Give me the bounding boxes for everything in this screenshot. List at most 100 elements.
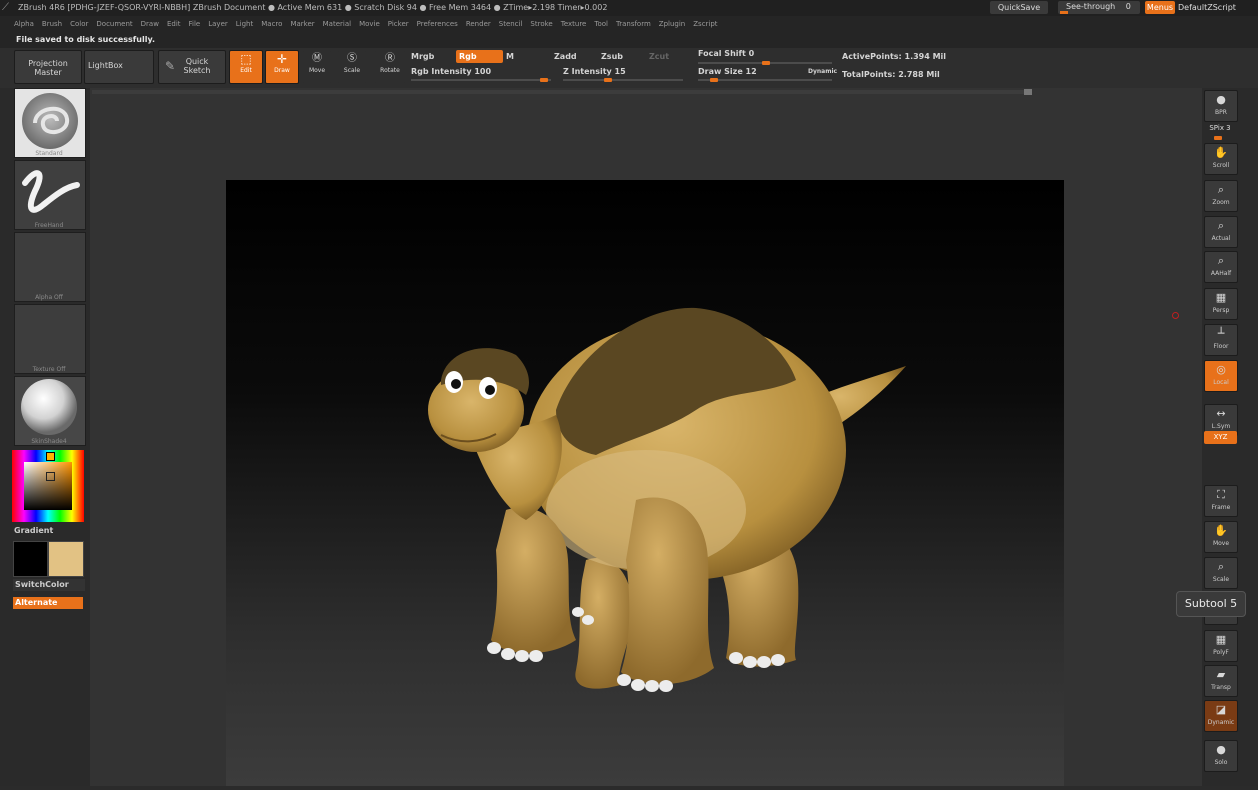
frame-icon: ⛶ (1217, 488, 1225, 501)
menu-item-draw[interactable]: Draw (141, 20, 159, 28)
main-color-swatch[interactable] (48, 541, 84, 577)
menu-item-stroke[interactable]: Stroke (530, 20, 552, 28)
mrgb-button[interactable]: Mrgb (411, 52, 434, 61)
see-through-slider[interactable]: See-through 0 (1058, 1, 1140, 14)
menu-item-layer[interactable]: Layer (208, 20, 228, 28)
zsub-button[interactable]: Zsub (601, 52, 623, 61)
focal-shift-knob[interactable] (762, 61, 770, 65)
menu-item-stencil[interactable]: Stencil (499, 20, 523, 28)
menu-item-zplugin[interactable]: Zplugin (659, 20, 685, 28)
menu-item-document[interactable]: Document (96, 20, 132, 28)
lightbox-button[interactable]: LightBox (84, 50, 154, 84)
draw-size-label[interactable]: Draw Size 12 (698, 67, 757, 76)
material-thumbnail[interactable] (14, 376, 86, 446)
dynamic-label: Dynamic (1207, 719, 1235, 726)
scale-button[interactable]: ⌕ Scale (1204, 557, 1238, 589)
rotate-button[interactable]: Ⓡ Rotate (374, 50, 406, 84)
default-zscript-button[interactable]: DefaultZScript (1178, 1, 1258, 14)
xyz-symmetry-toggle[interactable]: XYZ (1204, 431, 1237, 444)
local-button[interactable]: ◎ Local (1204, 360, 1238, 392)
edit-button[interactable]: ⬚ Edit (229, 50, 263, 84)
dynamic-toggle[interactable]: Dynamic (808, 68, 837, 75)
polyf-label: PolyF (1213, 649, 1229, 656)
menus-toggle[interactable]: Menus (1145, 1, 1175, 14)
menu-item-edit[interactable]: Edit (167, 20, 181, 28)
menu-item-color[interactable]: Color (70, 20, 88, 28)
spix-slider[interactable]: SPix 3 (1202, 124, 1238, 132)
frame-button[interactable]: ⛶ Frame (1204, 485, 1238, 517)
gradient-label[interactable]: Gradient (14, 526, 53, 535)
rgb-button[interactable]: Rgb (456, 50, 503, 63)
transp-label: Transp (1211, 684, 1231, 691)
polyf-button[interactable]: ▦ PolyF (1204, 630, 1238, 662)
secondary-color-swatch[interactable] (13, 541, 48, 577)
hue-marker[interactable] (46, 452, 55, 461)
focal-shift-label[interactable]: Focal Shift 0 (698, 49, 754, 58)
menu-item-alpha[interactable]: Alpha (14, 20, 34, 28)
m-button[interactable]: M (506, 52, 514, 61)
rgb-intensity-label[interactable]: Rgb Intensity 100 (411, 67, 491, 76)
dinosaur-model[interactable] (226, 180, 1064, 786)
alternate-toggle[interactable]: Alternate (13, 597, 83, 609)
menu-item-texture[interactable]: Texture (561, 20, 587, 28)
color-picker-square[interactable] (24, 462, 72, 510)
quicksave-button[interactable]: QuickSave (990, 1, 1048, 14)
lightbox-label: LightBox (88, 61, 123, 70)
menu-item-marker[interactable]: Marker (290, 20, 314, 28)
bpr-button[interactable]: ● BPR (1204, 90, 1238, 122)
scale-button[interactable]: Ⓢ Scale (337, 50, 367, 84)
solo-label: Solo (1214, 759, 1228, 766)
menu-item-macro[interactable]: Macro (261, 20, 282, 28)
menu-item-render[interactable]: Render (466, 20, 491, 28)
scale-label: Scale (343, 67, 361, 74)
transp-button[interactable]: ▰ Transp (1204, 665, 1238, 697)
zadd-button[interactable]: Zadd (554, 52, 577, 61)
color-picker[interactable] (12, 450, 84, 522)
texture-thumbnail[interactable] (14, 304, 86, 374)
solo-button[interactable]: ● Solo (1204, 740, 1238, 772)
persp-label: Persp (1212, 307, 1230, 314)
menu-item-movie[interactable]: Movie (359, 20, 380, 28)
alpha-thumbnail[interactable] (14, 232, 86, 302)
menu-item-tool[interactable]: Tool (594, 20, 608, 28)
floor-button[interactable]: ┴ Floor (1204, 324, 1238, 356)
dynamic-button[interactable]: ◪ Dynamic (1204, 700, 1238, 732)
zcut-button[interactable]: Zcut (649, 52, 669, 61)
scrollbar-handle[interactable] (1024, 89, 1032, 95)
color-marker[interactable] (46, 472, 55, 481)
horizontal-scrollbar[interactable] (92, 89, 1032, 95)
draw-button[interactable]: ✛ Draw (265, 50, 299, 84)
menu-item-brush[interactable]: Brush (42, 20, 62, 28)
menu-item-preferences[interactable]: Preferences (417, 20, 458, 28)
switch-color-button[interactable]: SwitchColor (13, 579, 85, 591)
quick-sketch-button[interactable]: ✎ Quick Sketch (158, 50, 226, 84)
draw-size-knob[interactable] (710, 78, 718, 82)
projection-master-button[interactable]: Projection Master (14, 50, 82, 84)
brush-thumbnail[interactable] (14, 88, 86, 158)
actual-button[interactable]: ⌕ Actual (1204, 216, 1238, 248)
menu-item-transform[interactable]: Transform (616, 20, 651, 28)
see-through-knob[interactable] (1060, 11, 1068, 14)
scroll-button[interactable]: ✋ Scroll (1204, 143, 1238, 175)
menu-item-light[interactable]: Light (236, 20, 253, 28)
z-intensity-knob[interactable] (604, 78, 612, 82)
menu-item-file[interactable]: File (189, 20, 201, 28)
move-button[interactable]: ✋ Move (1204, 521, 1238, 553)
canvas[interactable] (226, 180, 1064, 786)
rgb-intensity-knob[interactable] (540, 78, 548, 82)
draw-size-slider[interactable] (698, 79, 832, 81)
stroke-caption: FreeHand (34, 222, 64, 229)
menu-item-zscript[interactable]: Zscript (693, 20, 717, 28)
spix-knob[interactable] (1214, 136, 1222, 140)
aahalf-button[interactable]: ⌕ AAHalf (1204, 251, 1238, 283)
stroke-thumbnail[interactable] (14, 160, 86, 230)
rgb-intensity-slider[interactable] (411, 79, 551, 81)
persp-button[interactable]: ▦ Persp (1204, 288, 1238, 320)
zoom-button[interactable]: ⌕ Zoom (1204, 180, 1238, 212)
z-intensity-slider[interactable] (563, 79, 683, 81)
see-through-value: 0 (1125, 2, 1131, 11)
z-intensity-label[interactable]: Z Intensity 15 (563, 67, 626, 76)
menu-item-material[interactable]: Material (323, 20, 351, 28)
menu-item-picker[interactable]: Picker (388, 20, 409, 28)
move-button[interactable]: Ⓜ Move (302, 50, 332, 84)
